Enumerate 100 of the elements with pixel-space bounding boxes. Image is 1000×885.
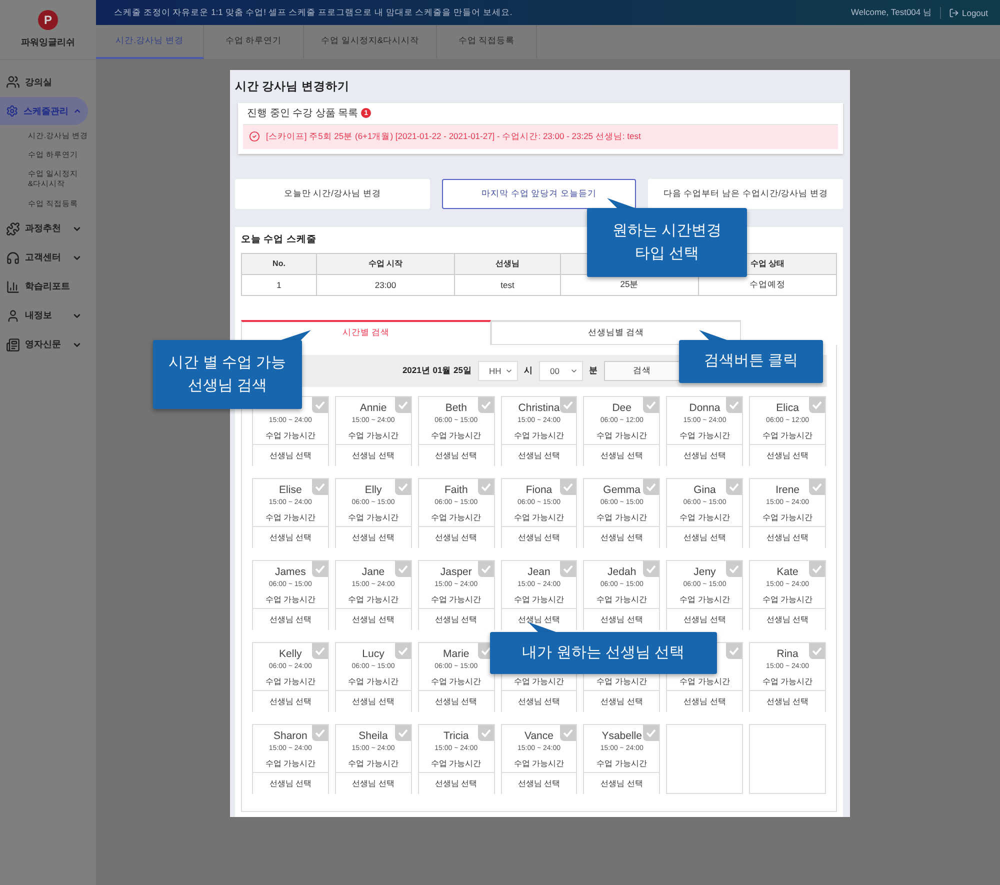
hour-select[interactable]: HH (478, 360, 518, 381)
option-button[interactable]: 다음 수업부터 남은 수업시간/강사님 변경 (648, 178, 844, 209)
notice-text: 스케줄 조정이 자유로운 1:1 맞춤 수업! 셀프 스케줄 프로그램으로 내 맘대로 스케줄을 만들어 보세요. (114, 6, 514, 18)
minute-select[interactable]: 00 (539, 360, 583, 381)
search-button[interactable]: 검색 (604, 360, 680, 381)
availability-label: 수업 가능시간 (348, 512, 398, 524)
teacher-name: Kelly (279, 647, 302, 662)
teacher-name: Faith (444, 483, 468, 498)
availability-label: 수업 가능시간 (348, 676, 398, 688)
table-cell: 수업예정 (699, 274, 837, 296)
teacher-name: Rina (776, 647, 798, 662)
teacher-name: Donna (689, 401, 720, 416)
teacher-name: James (274, 565, 306, 580)
teacher-name: Annie (360, 401, 387, 416)
sidebar-item[interactable]: 과정추천 (0, 214, 88, 243)
sidebar-item[interactable]: 강의실 (0, 68, 88, 96)
availability-label: 수업 가능시간 (348, 758, 398, 770)
dialog-title: 시간 강사님 변경하기 (235, 80, 350, 95)
bar-chart-icon (6, 280, 20, 294)
availability-label: 수업 가능시간 (596, 512, 647, 524)
tab[interactable]: 수업 하루연기 (204, 25, 304, 59)
teacher-name: Fiona (526, 483, 552, 498)
teacher-name: Jane (362, 565, 385, 580)
teacher-name: Lucy (362, 647, 384, 662)
availability-label: 수업 가능시간 (680, 512, 730, 524)
availability-label: 수업 가능시간 (596, 594, 647, 606)
teacher-name: Gemma (603, 483, 641, 498)
availability-label: 수업 가능시간 (680, 594, 730, 606)
teacher-name: Christina (518, 401, 560, 416)
availability-label: 수업 가능시간 (514, 430, 564, 442)
callout: 시간 별 수업 가능 선생님 검색 (153, 340, 302, 409)
availability-label: 수업 가능시간 (348, 594, 398, 606)
availability-label: 수업 가능시간 (265, 594, 316, 606)
availability-label: 수업 가능시간 (431, 758, 482, 770)
availability-label: 수업 가능시간 (265, 512, 316, 524)
sidebar-item[interactable]: 내정보 (0, 302, 88, 330)
column-header: 선생님 (455, 254, 561, 275)
tab[interactable]: 수업 직접등록 (437, 25, 537, 59)
teacher-name: Tricia (443, 729, 469, 744)
teacher-name: Jasper (440, 565, 472, 580)
option-button[interactable]: 마지막 수업 앞당겨 오늘듣기 (442, 178, 636, 209)
availability-label: 수업 가능시간 (431, 594, 482, 606)
logout-link[interactable]: Logout (941, 8, 988, 18)
newspaper-icon (6, 338, 20, 352)
availability-label: 수업 가능시간 (514, 758, 564, 770)
availability-label: 수업 가능시간 (680, 430, 730, 442)
availability-label: 수업 가능시간 (680, 676, 730, 688)
availability-label: 수업 가능시간 (265, 758, 316, 770)
teacher-name: Jean (528, 565, 550, 580)
teacher-name: Marie (443, 647, 470, 662)
availability-label: 수업 가능시간 (514, 512, 564, 524)
availability-label: 수업 가능시간 (596, 430, 647, 442)
table-cell: 1 (242, 274, 317, 296)
section-title: 진행 중인 수강 상품 목록 (247, 107, 358, 120)
teacher-name: Kate (776, 565, 798, 580)
availability-label: 수업 가능시간 (348, 430, 398, 442)
callout-pointer (699, 330, 729, 340)
hour-label: 시 (524, 364, 533, 377)
section-title: 오늘 수업 스케줄 (241, 233, 316, 248)
teacher-name: Sheila (358, 729, 388, 744)
table-cell: test (455, 274, 561, 296)
teacher-name: Elly (364, 483, 382, 498)
puzzle-icon (6, 222, 20, 236)
logo: P (38, 10, 58, 30)
teacher-name: Ysabelle (602, 729, 642, 744)
tab[interactable]: 수업 일시정지&다시시작 (304, 25, 437, 59)
callout-pointer (607, 198, 637, 208)
teacher-name: Gina (694, 483, 716, 498)
welcome-text: Welcome, Test004 님 (851, 6, 941, 18)
teacher-name: Vance (524, 729, 554, 744)
teacher-name: Sharon (273, 729, 308, 744)
callout-pointer (528, 622, 558, 632)
search-tab[interactable]: 선생님별 검색 (491, 320, 741, 345)
brand-name: 파워잉글리쉬 (21, 36, 75, 49)
sidebar-item[interactable]: 학습리포트 (0, 272, 88, 301)
teacher-name: Jeny (694, 565, 716, 580)
availability-label: 수업 가능시간 (762, 430, 813, 442)
people-icon (6, 75, 20, 89)
availability-label: 수업 가능시간 (596, 676, 647, 688)
option-button[interactable]: 오늘만 시간/강사님 변경 (235, 178, 430, 209)
availability-label: 수업 가능시간 (762, 676, 813, 688)
table-cell: 23:00 (317, 274, 455, 296)
availability-label: 수업 가능시간 (431, 430, 482, 442)
teacher-name: Dee (612, 401, 632, 416)
teacher-name: Irene (776, 483, 800, 498)
availability-label: 수업 가능시간 (514, 594, 564, 606)
teacher-name: Jedah (608, 565, 636, 580)
check-circle-icon (249, 131, 260, 142)
availability-label: 수업 가능시간 (762, 594, 813, 606)
person-icon (6, 308, 20, 323)
headset-icon (6, 250, 20, 265)
availability-label: 수업 가능시간 (596, 758, 647, 770)
availability-label: 수업 가능시간 (265, 676, 316, 688)
sidebar-item[interactable]: 고객센터 (0, 244, 88, 272)
search-tab[interactable]: 시간별 검색 (241, 320, 491, 345)
availability-label: 수업 가능시간 (265, 430, 316, 442)
sidebar-item[interactable]: 영자신문 (0, 330, 88, 359)
availability-label: 수업 가능시간 (431, 512, 482, 524)
column-header: 수업 시작 (317, 254, 455, 275)
availability-label: 수업 가능시간 (514, 676, 564, 688)
